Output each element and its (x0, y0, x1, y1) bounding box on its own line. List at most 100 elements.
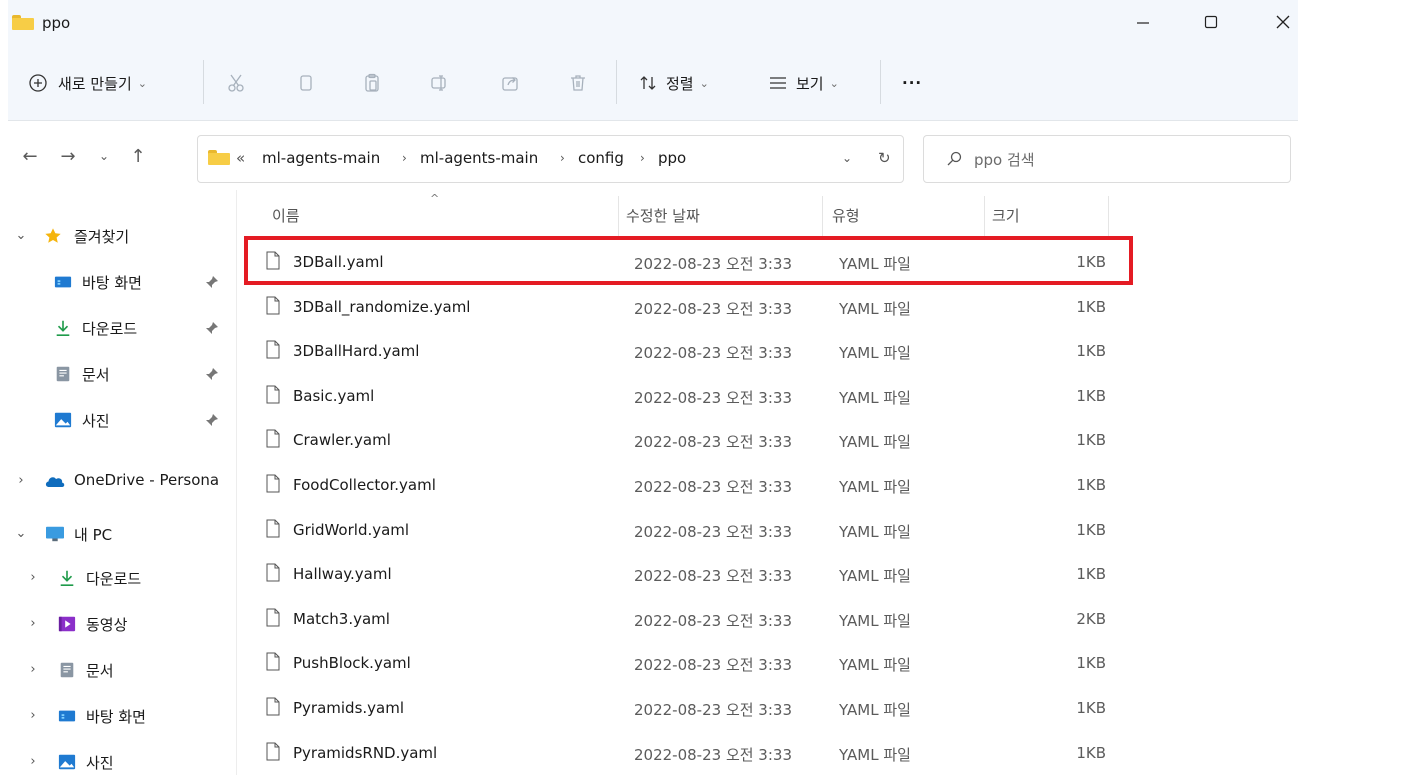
up-button[interactable]: ↑ (126, 144, 150, 168)
chevron-right-icon[interactable]: › (26, 708, 40, 723)
chevron-down-icon: ⌄ (699, 76, 709, 90)
sidebar-item-pc-pictures[interactable]: › 사진 (8, 742, 228, 782)
file-icon (266, 340, 280, 359)
column-header-date[interactable]: 수정한 날짜 (626, 205, 700, 226)
more-options-button[interactable]: ··· (902, 68, 922, 98)
paste-button[interactable] (360, 68, 384, 98)
rename-button[interactable] (428, 68, 452, 98)
back-button[interactable]: ← (18, 144, 42, 168)
sidebar-item-documents[interactable]: 문서 (8, 354, 228, 394)
breadcrumb-overflow[interactable]: « (236, 149, 245, 167)
sidebar-item-label: 문서 (86, 662, 114, 680)
chevron-right-icon[interactable]: › (26, 616, 40, 631)
view-button[interactable]: 보기 ⌄ (766, 68, 839, 98)
file-name: 3DBallHard.yaml (293, 342, 420, 361)
search-box[interactable]: ppo 검색 (923, 135, 1291, 183)
refresh-icon[interactable]: ↻ (878, 149, 891, 167)
file-row[interactable]: Hallway.yaml 2022-08-23 오전 3:33 YAML 파일 1KB (248, 557, 1128, 593)
search-input[interactable]: ppo 검색 (974, 149, 1035, 170)
file-type: YAML 파일 (839, 567, 911, 586)
close-button[interactable] (1260, 8, 1306, 36)
sort-button[interactable]: 정렬 ⌄ (636, 68, 709, 98)
new-button[interactable]: 새로 만들기 ⌄ (26, 68, 147, 98)
share-button[interactable] (498, 68, 522, 98)
file-row[interactable]: PyramidsRND.yaml 2022-08-23 오전 3:33 YAML 파… (248, 736, 1128, 772)
sidebar-item-onedrive[interactable]: › OneDrive - Persona (8, 461, 228, 501)
file-name: Crawler.yaml (293, 431, 391, 450)
file-row[interactable]: GridWorld.yaml 2022-08-23 오전 3:33 YAML 파일 1… (248, 513, 1128, 549)
sidebar-item-pc-downloads[interactable]: › 다운로드 (8, 558, 228, 598)
pin-icon[interactable] (204, 412, 220, 428)
chevron-right-icon[interactable]: › (560, 151, 565, 165)
chevron-right-icon[interactable]: › (402, 151, 407, 165)
file-type: YAML 파일 (839, 433, 911, 452)
file-row[interactable]: Match3.yaml 2022-08-23 오전 3:33 YAML 파일 2KB (248, 602, 1128, 638)
pin-icon[interactable] (204, 366, 220, 382)
file-row[interactable]: PushBlock.yaml 2022-08-23 오전 3:33 YAML 파일 1… (248, 646, 1128, 682)
picture-icon (54, 412, 72, 428)
cut-button[interactable] (224, 68, 248, 98)
copy-button[interactable] (294, 68, 318, 98)
sidebar-item-label: OneDrive - Persona (74, 471, 220, 489)
sidebar-item-label: 바탕 화면 (82, 274, 142, 292)
document-icon (56, 366, 70, 382)
new-button-label: 새로 만들기 (58, 74, 132, 93)
file-row[interactable]: Crawler.yaml 2022-08-23 오전 3:33 YAML 파일 1KB (248, 423, 1128, 459)
column-header-size[interactable]: 크기 (992, 205, 1020, 226)
file-date: 2022-08-23 오전 3:33 (634, 388, 792, 407)
view-button-label: 보기 (796, 74, 824, 93)
column-divider[interactable] (984, 196, 985, 236)
file-icon (266, 742, 280, 761)
sidebar-item-downloads[interactable]: 다운로드 (8, 308, 228, 348)
breadcrumb-item[interactable]: config (578, 149, 624, 167)
chevron-right-icon[interactable]: › (26, 754, 40, 769)
breadcrumb-item[interactable]: ml-agents-main (262, 149, 380, 167)
file-size: 1KB (1076, 386, 1106, 405)
breadcrumb-item[interactable]: ppo (658, 149, 686, 167)
chevron-right-icon[interactable]: › (26, 662, 40, 677)
pin-icon[interactable] (204, 320, 220, 336)
file-type: YAML 파일 (839, 299, 911, 318)
sidebar-item-pc-documents[interactable]: › 문서 (8, 650, 228, 690)
maximize-button[interactable] (1188, 8, 1234, 36)
download-arrow-icon (60, 570, 74, 587)
sidebar-item-desktop[interactable]: 바탕 화면 (8, 262, 228, 302)
sidebar-item-pictures[interactable]: 사진 (8, 400, 228, 440)
column-divider[interactable] (1108, 196, 1109, 236)
column-header-name[interactable]: 이름 (272, 205, 300, 226)
chevron-right-icon[interactable]: › (26, 570, 40, 585)
chevron-down-icon[interactable]: ⌄ (842, 151, 852, 165)
column-header-type[interactable]: 유형 (832, 205, 860, 226)
pin-icon[interactable] (204, 274, 220, 290)
chevron-down-icon[interactable]: ⌄ (14, 228, 28, 243)
sidebar-item-videos[interactable]: › 동영상 (8, 604, 228, 644)
pane-divider[interactable] (236, 190, 237, 775)
forward-button[interactable]: → (56, 144, 80, 168)
chevron-right-icon[interactable]: › (640, 151, 645, 165)
rename-icon (428, 71, 452, 95)
command-bar: 새로 만들기 ⌄ 정렬 ⌄ 보기 ⌄ ··· (8, 46, 1298, 121)
column-divider[interactable] (618, 196, 619, 236)
sidebar-item-this-pc[interactable]: ⌄ 내 PC (8, 514, 228, 554)
file-row[interactable]: Pyramids.yaml 2022-08-23 오전 3:33 YAML 파일 1K… (248, 691, 1128, 727)
address-bar[interactable]: « ml-agents-main › ml-agents-main › conf… (197, 135, 904, 183)
column-divider[interactable] (822, 196, 823, 236)
recent-locations-button[interactable]: ⌄ (92, 144, 116, 168)
file-icon (266, 385, 280, 404)
arrow-left-icon: ← (22, 145, 38, 167)
file-row[interactable]: 3DBall_randomize.yaml 2022-08-23 오전 3:33 Y… (248, 290, 1128, 326)
minimize-button[interactable] (1120, 8, 1166, 36)
file-date: 2022-08-23 오전 3:33 (634, 567, 792, 586)
file-row[interactable]: Basic.yaml 2022-08-23 오전 3:33 YAML 파일 1KB (248, 379, 1128, 415)
sidebar-item-pc-desktop[interactable]: › 바탕 화면 (8, 696, 228, 736)
file-row[interactable]: FoodCollector.yaml 2022-08-23 오전 3:33 YAML… (248, 468, 1128, 504)
sidebar-item-quick-access[interactable]: ⌄ 즐겨찾기 (8, 216, 228, 256)
chevron-down-icon[interactable]: ⌄ (14, 526, 28, 541)
delete-button[interactable] (566, 68, 590, 98)
file-date: 2022-08-23 오전 3:33 (634, 344, 792, 363)
breadcrumb-item[interactable]: ml-agents-main (420, 149, 538, 167)
file-name: Match3.yaml (293, 609, 390, 628)
file-name: PyramidsRND.yaml (293, 743, 438, 762)
file-row[interactable]: 3DBallHard.yaml 2022-08-23 오전 3:33 YAML 파일… (248, 334, 1128, 370)
chevron-right-icon[interactable]: › (14, 473, 28, 488)
